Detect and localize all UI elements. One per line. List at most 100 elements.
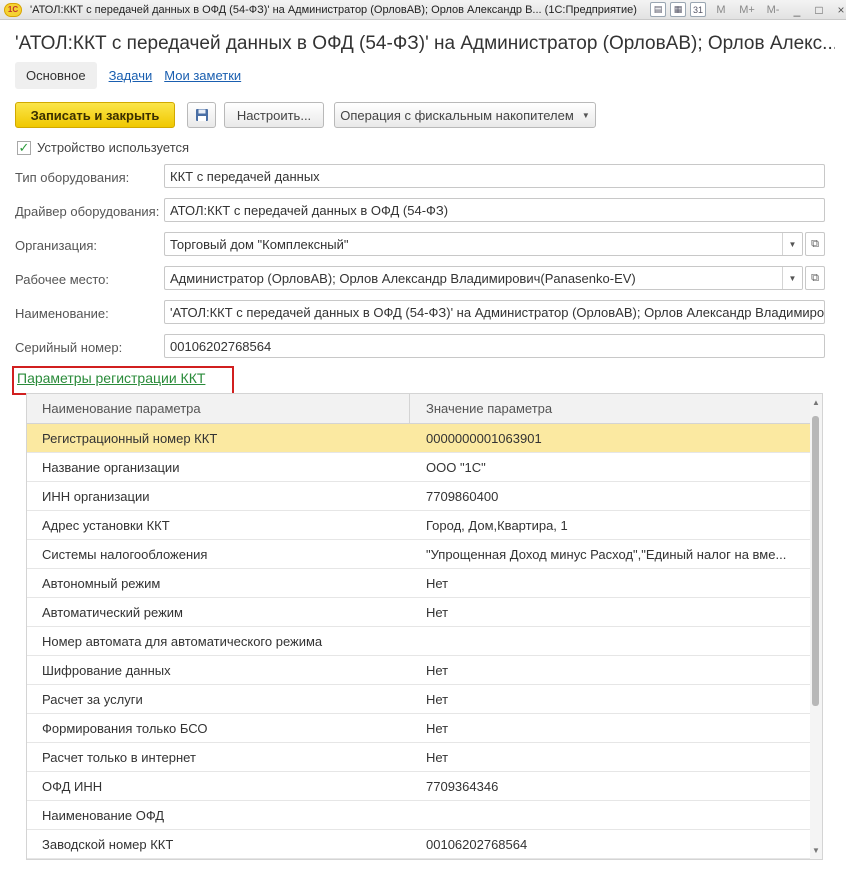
document-icon[interactable]: ▤	[650, 2, 666, 17]
param-name-cell: Автоматический режим	[42, 604, 183, 620]
close-button[interactable]: ×	[832, 3, 846, 17]
save-button[interactable]	[187, 102, 216, 128]
param-value-cell: Нет	[426, 604, 449, 620]
param-name-cell: Наименование ОФД	[42, 807, 165, 823]
table-row[interactable]: Заводской номер ККТ 00106202768564	[27, 830, 811, 859]
params-table: Наименование параметра Значение параметр…	[26, 393, 823, 860]
table-row[interactable]: ИНН организации 7709860400	[27, 482, 811, 511]
maximize-button[interactable]: □	[810, 3, 828, 17]
column-header-param-name[interactable]: Наименование параметра	[27, 394, 410, 424]
window-titlebar: 1С 'АТОЛ:ККТ с передачей данных в ОФД (5…	[0, 0, 846, 20]
table-icon[interactable]: ▦	[670, 2, 686, 17]
titlebar-tools: ▤ ▦ 31 M M+ M- _ □ ×	[650, 2, 846, 17]
organization-field[interactable]: Торговый дом "Комплексный" ▼	[164, 232, 803, 256]
floppy-disk-icon	[195, 109, 208, 121]
param-value-cell: "Упрощенная Доход минус Расход","Единый …	[426, 546, 787, 562]
workplace-value: Администратор (ОрловАВ); Орлов Александр…	[170, 270, 636, 286]
registration-params-link[interactable]: Параметры регистрации ККТ	[17, 370, 205, 386]
table-body: Регистрационный номер ККТ 000000000106390…	[27, 424, 822, 859]
serial-label: Серийный номер:	[15, 340, 123, 355]
app-logo-icon[interactable]: 1С	[4, 2, 22, 17]
name-label: Наименование:	[15, 306, 109, 321]
table-row[interactable]: Шифрование данных Нет	[27, 656, 811, 685]
param-value-cell: Нет	[426, 720, 449, 736]
workplace-label: Рабочее место:	[15, 272, 110, 287]
organization-open-button[interactable]: ⧉	[805, 232, 825, 256]
table-row[interactable]: Название организации ООО "1С"	[27, 453, 811, 482]
column-header-param-value[interactable]: Значение параметра	[410, 401, 552, 416]
param-name-cell: Автономный режим	[42, 575, 161, 591]
name-field[interactable]: 'АТОЛ:ККТ с передачей данных в ОФД (54-Ф…	[164, 300, 825, 324]
tab-tasks[interactable]: Задачи	[109, 68, 153, 83]
table-row[interactable]: Системы налогообложения "Упрощенная Доход…	[27, 540, 811, 569]
memory-button[interactable]: M	[710, 4, 732, 16]
param-value-cell: Город, Дом,Квартира, 1	[426, 517, 568, 533]
table-row[interactable]: Регистрационный номер ККТ 000000000106390…	[27, 424, 811, 453]
param-name-cell: Системы налогообложения	[42, 546, 208, 562]
param-name-cell: Регистрационный номер ККТ	[42, 430, 218, 446]
table-row[interactable]: Адрес установки ККТ Город, Дом,Квартира, …	[27, 511, 811, 540]
table-row[interactable]: Формирования только БСО Нет	[27, 714, 811, 743]
scroll-down-icon[interactable]: ▼	[812, 846, 820, 855]
open-icon: ⧉	[811, 271, 819, 284]
device-used-row: ✓ Устройство используется	[17, 140, 189, 155]
table-row[interactable]: Наименование ОФД	[27, 801, 811, 830]
table-row[interactable]: Расчет только в интернет Нет	[27, 743, 811, 772]
command-bar: Записать и закрыть Настроить... Операция…	[15, 102, 596, 128]
table-header: Наименование параметра Значение параметр…	[27, 394, 822, 424]
device-used-label: Устройство используется	[37, 140, 190, 155]
chevron-down-icon[interactable]: ▼	[782, 233, 802, 255]
param-value-cell: 0000000001063901	[426, 430, 542, 446]
open-icon: ⧉	[811, 237, 819, 250]
driver-field[interactable]: АТОЛ:ККТ с передачей данных в ОФД (54-ФЗ…	[164, 198, 825, 222]
chevron-down-icon: ▼	[581, 110, 590, 120]
table-row[interactable]: ОФД ИНН 7709364346	[27, 772, 811, 801]
param-name-cell: Номер автомата для автоматического режим…	[42, 633, 323, 649]
settings-button[interactable]: Настроить...	[224, 102, 324, 128]
table-row[interactable]: Автоматический режим Нет	[27, 598, 811, 627]
param-name-cell: Название организации	[42, 459, 180, 475]
param-value-cell: Нет	[426, 575, 449, 591]
param-name-cell: Шифрование данных	[42, 662, 171, 678]
calendar-icon[interactable]: 31	[690, 2, 706, 17]
param-name-cell: Формирования только БСО	[42, 720, 208, 736]
organization-value: Торговый дом "Комплексный"	[170, 236, 349, 252]
fiscal-operation-dropdown[interactable]: Операция с фискальным накопителем ▼	[334, 102, 596, 128]
minimize-button[interactable]: _	[788, 3, 806, 17]
table-scrollbar[interactable]: ▲ ▼	[810, 394, 822, 859]
page-title: 'АТОЛ:ККТ с передачей данных в ОФД (54-Ф…	[15, 33, 835, 54]
save-and-close-button[interactable]: Записать и закрыть	[15, 102, 175, 128]
workplace-open-button[interactable]: ⧉	[805, 266, 825, 290]
fiscal-operation-label: Операция с фискальным накопителем	[340, 107, 574, 123]
param-value-cell: Нет	[426, 691, 449, 707]
memory-minus-button[interactable]: M-	[762, 4, 784, 16]
param-value-cell: 7709364346	[426, 778, 499, 794]
registration-params-highlight: Параметры регистрации ККТ	[12, 366, 234, 395]
window-title: 'АТОЛ:ККТ с передачей данных в ОФД (54-Ф…	[30, 3, 637, 16]
scrollbar-thumb[interactable]	[812, 416, 819, 706]
param-name-cell: ОФД ИНН	[42, 778, 103, 794]
workplace-field[interactable]: Администратор (ОрловАВ); Орлов Александр…	[164, 266, 803, 290]
device-used-checkbox[interactable]: ✓	[17, 140, 31, 155]
driver-label: Драйвер оборудования:	[15, 204, 160, 219]
tab-notes[interactable]: Мои заметки	[164, 68, 241, 83]
chevron-down-icon[interactable]: ▼	[782, 267, 802, 289]
param-name-cell: Расчет за услуги	[42, 691, 143, 707]
param-value-cell: 00106202768564	[426, 836, 528, 852]
param-name-cell: ИНН организации	[42, 488, 150, 504]
table-row[interactable]: Расчет за услуги Нет	[27, 685, 811, 714]
param-value-cell: ООО "1С"	[426, 459, 486, 475]
table-row[interactable]: Номер автомата для автоматического режим…	[27, 627, 811, 656]
memory-plus-button[interactable]: M+	[736, 4, 758, 16]
param-name-cell: Адрес установки ККТ	[42, 517, 170, 533]
param-value-cell: Нет	[426, 662, 449, 678]
table-row[interactable]: Автономный режим Нет	[27, 569, 811, 598]
organization-label: Организация:	[15, 238, 98, 253]
scroll-up-icon[interactable]: ▲	[812, 398, 820, 407]
equipment-type-field[interactable]: ККТ с передачей данных	[164, 164, 825, 188]
serial-field[interactable]: 00106202768564	[164, 334, 825, 358]
param-name-cell: Расчет только в интернет	[42, 749, 196, 765]
param-name-cell: Заводской номер ККТ	[42, 836, 174, 852]
tab-main[interactable]: Основное	[15, 62, 97, 89]
param-value-cell: Нет	[426, 749, 449, 765]
